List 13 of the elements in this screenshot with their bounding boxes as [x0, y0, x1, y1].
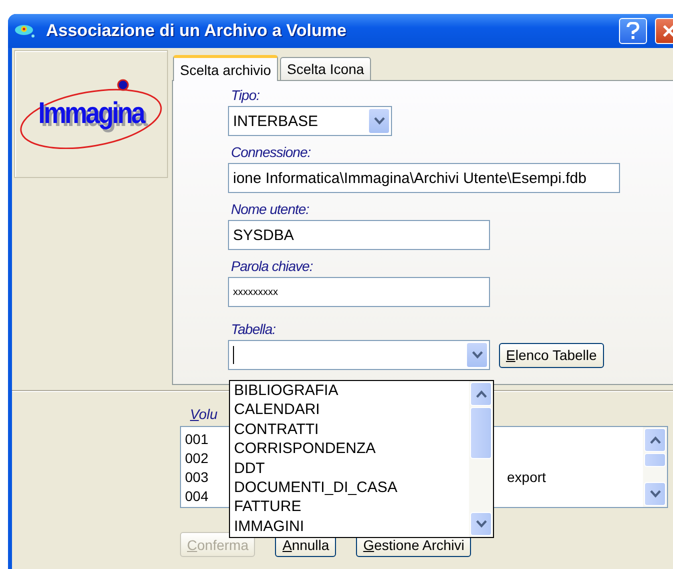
volume-code: 003	[185, 468, 208, 484]
volume-code: 001	[185, 430, 208, 446]
field-label: Tabella:	[230, 320, 277, 339]
volume-code: 004	[185, 488, 208, 504]
volumes-label: Volu	[190, 406, 218, 424]
volume-code: 002	[185, 450, 208, 466]
window-title: Associazione di un Archivo a Volume	[46, 21, 348, 41]
volume-name: export	[507, 468, 546, 484]
field-label: Nome utente:	[230, 200, 310, 219]
field-label: Tipo:	[230, 86, 261, 105]
logo-text: Immagina	[38, 97, 144, 131]
field-label: Connessione:	[230, 143, 312, 162]
field-label: Parola chiave:	[230, 257, 314, 276]
